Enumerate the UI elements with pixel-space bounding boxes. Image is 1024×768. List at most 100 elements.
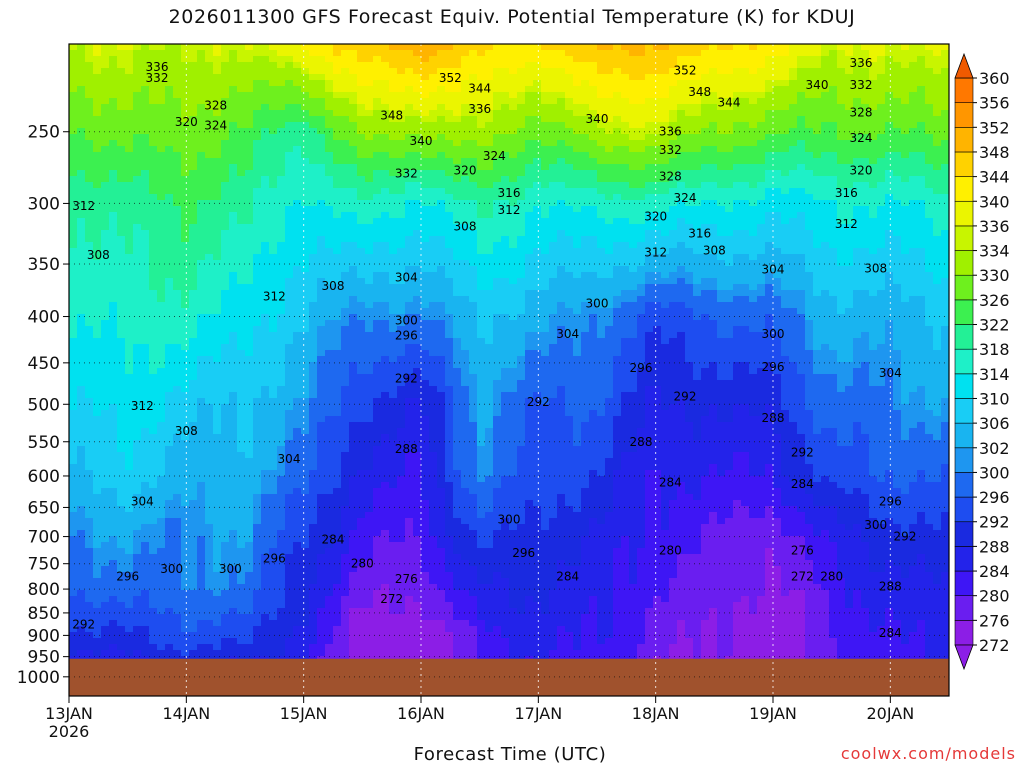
field-cell	[381, 146, 390, 153]
field-cell	[125, 470, 134, 477]
field-cell	[301, 446, 310, 453]
field-cell	[269, 122, 278, 129]
field-cell	[149, 356, 158, 363]
field-cell	[149, 386, 158, 393]
field-cell	[389, 182, 398, 189]
field-cell	[261, 62, 270, 69]
field-cell	[285, 122, 294, 129]
field-cell	[269, 578, 278, 585]
field-cell	[157, 386, 166, 393]
field-cell	[93, 284, 102, 291]
field-cell	[277, 128, 286, 135]
field-cell	[405, 254, 414, 261]
field-cell	[253, 254, 262, 261]
field-cell	[333, 548, 342, 555]
field-cell	[93, 116, 102, 123]
field-cell	[125, 116, 134, 123]
field-cell	[293, 242, 302, 249]
field-cell	[397, 554, 406, 561]
field-cell	[413, 344, 422, 351]
field-cell	[149, 626, 158, 633]
field-cell	[389, 236, 398, 243]
field-cell	[373, 458, 382, 465]
field-cell	[229, 134, 238, 141]
field-cell	[341, 386, 350, 393]
field-cell	[197, 236, 206, 243]
field-cell	[189, 176, 198, 183]
field-cell	[109, 314, 118, 321]
field-cell	[109, 446, 118, 453]
field-cell	[85, 596, 94, 603]
field-cell	[357, 80, 366, 87]
field-cell	[349, 440, 358, 447]
field-cell	[173, 230, 182, 237]
field-cell	[237, 134, 246, 141]
field-cell	[197, 452, 206, 459]
field-cell	[261, 50, 270, 57]
field-cell	[317, 434, 326, 441]
field-cell	[189, 92, 198, 99]
field-cell	[269, 476, 278, 483]
field-cell	[141, 530, 150, 537]
field-cell	[381, 68, 390, 75]
field-cell	[389, 422, 398, 429]
field-cell	[69, 344, 78, 351]
field-cell	[413, 182, 422, 189]
field-cell	[229, 650, 238, 657]
field-cell	[421, 536, 430, 543]
field-cell	[245, 446, 254, 453]
field-cell	[285, 332, 294, 339]
field-cell	[301, 194, 310, 201]
field-cell	[141, 266, 150, 273]
field-cell	[293, 248, 302, 255]
field-cell	[141, 86, 150, 93]
field-cell	[269, 206, 278, 213]
field-cell	[125, 548, 134, 555]
field-cell	[117, 218, 126, 225]
field-cell	[429, 326, 438, 333]
field-cell	[333, 344, 342, 351]
field-cell	[269, 110, 278, 117]
field-cell	[333, 128, 342, 135]
field-cell	[365, 374, 374, 381]
field-cell	[125, 482, 134, 489]
field-cell	[77, 608, 86, 615]
field-cell	[213, 194, 222, 201]
field-cell	[269, 338, 278, 345]
field-cell	[197, 434, 206, 441]
field-cell	[133, 650, 142, 657]
field-cell	[293, 188, 302, 195]
field-cell	[357, 86, 366, 93]
field-cell	[93, 386, 102, 393]
field-cell	[349, 122, 358, 129]
field-cell	[405, 524, 414, 531]
field-cell	[389, 290, 398, 297]
field-cell	[269, 620, 278, 627]
field-cell	[405, 50, 414, 57]
field-cell	[325, 626, 334, 633]
field-cell	[109, 506, 118, 513]
field-cell	[397, 614, 406, 621]
field-cell	[125, 638, 134, 645]
field-cell	[93, 56, 102, 63]
field-cell	[381, 512, 390, 519]
field-cell	[325, 140, 334, 147]
field-cell	[397, 68, 406, 75]
field-cell	[373, 500, 382, 507]
field-cell	[253, 368, 262, 375]
field-cell	[341, 458, 350, 465]
field-cell	[237, 68, 246, 75]
field-cell	[141, 350, 150, 357]
field-cell	[133, 86, 142, 93]
field-cell	[213, 284, 222, 291]
field-cell	[69, 62, 78, 69]
field-cell	[309, 620, 318, 627]
field-cell	[301, 68, 310, 75]
field-cell	[277, 80, 286, 87]
field-cell	[325, 188, 334, 195]
field-cell	[325, 554, 334, 561]
field-cell	[341, 320, 350, 327]
field-cell	[261, 182, 270, 189]
field-cell	[229, 536, 238, 543]
field-cell	[365, 422, 374, 429]
